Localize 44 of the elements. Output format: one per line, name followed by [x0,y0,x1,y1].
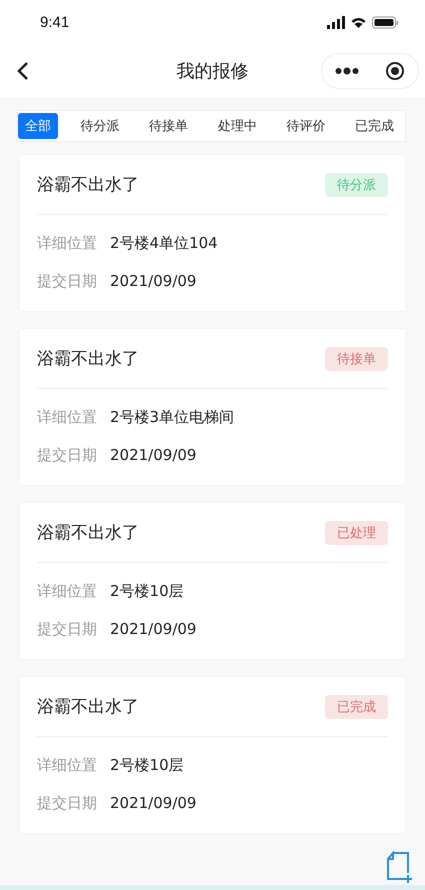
signal-icon [327,16,345,29]
repair-card[interactable]: 浴霸不出水了 已处理 详细位置 2号楼10层 提交日期 2021/09/09 [20,503,405,659]
repair-card[interactable]: 浴霸不出水了 已完成 详细位置 2号楼10层 提交日期 2021/09/09 [20,677,405,833]
close-icon[interactable] [385,61,405,81]
field-value: 2021/09/09 [110,620,196,639]
repair-card[interactable]: 浴霸不出水了 待接单 详细位置 2号楼3单位电梯间 提交日期 2021/09/09 [20,329,405,485]
status-tag: 待接单 [325,346,388,370]
repair-title: 浴霸不出水了 [37,174,139,196]
repair-card[interactable]: 浴霸不出水了 待分派 详细位置 2号楼4单位104 提交日期 2021/09/09 [20,155,405,311]
field-value: 2021/09/09 [110,272,196,291]
new-document-icon[interactable] [385,851,413,883]
field-label: 提交日期 [37,794,97,813]
field-label: 详细位置 [37,582,97,601]
field-value: 2021/09/09 [110,794,196,813]
capsule-menu[interactable] [321,53,419,89]
status-tag: 已处理 [325,520,388,544]
status-tag: 已完成 [325,694,388,718]
field-label: 提交日期 [37,446,97,465]
field-label: 详细位置 [37,756,97,775]
page-title: 我的报修 [176,60,248,83]
filter-tab[interactable]: 处理中 [210,113,264,139]
repair-title: 浴霸不出水了 [37,348,139,370]
more-icon[interactable] [335,67,359,75]
back-icon[interactable] [16,61,30,81]
field-value: 2号楼10层 [110,756,184,775]
repair-title: 浴霸不出水了 [37,522,139,544]
status-time: 9:41 [40,14,70,31]
field-value: 2号楼4单位104 [110,234,218,253]
field-value: 2号楼10层 [110,582,184,601]
filter-tab[interactable]: 待评价 [279,113,332,139]
filter-tab[interactable]: 全部 [18,113,58,139]
filter-tab[interactable]: 已完成 [348,113,401,139]
field-label: 提交日期 [37,272,97,291]
field-value: 2号楼3单位电梯间 [110,408,234,427]
status-tag: 待分派 [325,172,388,196]
repair-title: 浴霸不出水了 [37,696,139,718]
field-label: 提交日期 [37,620,97,639]
filter-tab[interactable]: 待分派 [74,113,127,139]
battery-icon [372,16,399,29]
wifi-icon [351,16,366,28]
field-value: 2021/09/09 [110,446,196,465]
field-label: 详细位置 [37,234,97,253]
filter-tab[interactable]: 待接单 [142,113,196,139]
field-label: 详细位置 [37,408,97,427]
